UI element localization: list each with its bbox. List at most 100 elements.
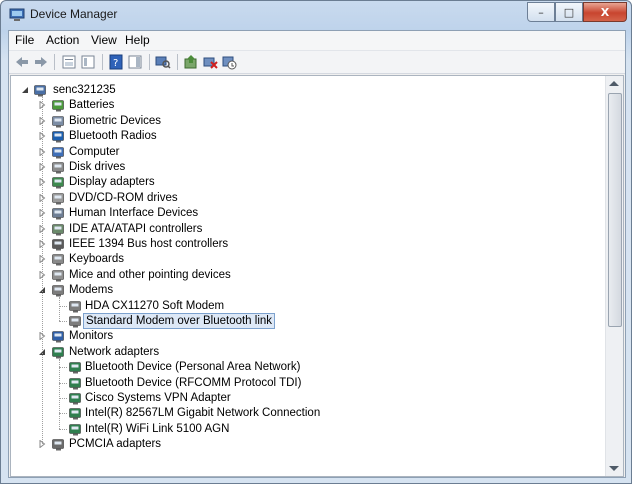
tree-item-batteries[interactable]: Batteries xyxy=(11,98,601,113)
tree-item-bluetooth-radios[interactable]: Bluetooth Radios xyxy=(11,129,601,144)
tree-item-label: Bluetooth Radios xyxy=(69,130,157,143)
modem-icon xyxy=(69,316,81,328)
tree-item-label: Batteries xyxy=(69,99,115,112)
tree-item-label: Mice and other pointing devices xyxy=(69,268,231,281)
network-adapter-icon xyxy=(69,393,81,405)
menu-file[interactable]: File xyxy=(15,33,34,47)
tree-child-item[interactable]: Bluetooth Device (RFCOMM Protocol TDI) xyxy=(11,376,601,391)
device-manager-window: Device Manager – □ X File Action View He… xyxy=(0,0,632,484)
help-icon[interactable]: ? xyxy=(108,54,124,70)
scan-hardware-icon[interactable] xyxy=(155,54,171,70)
tree-item-label: Intel(R) 82567LM Gigabit Network Connect… xyxy=(85,407,321,420)
tree-item-computer[interactable]: Computer xyxy=(11,145,601,160)
tree-item-modems[interactable]: Modems xyxy=(11,283,601,298)
tree-item-disk-drives[interactable]: Disk drives xyxy=(11,160,601,175)
tree-item-ieee-1394-bus-host-controllers[interactable]: IEEE 1394 Bus host controllers xyxy=(11,237,601,252)
menu-view[interactable]: View xyxy=(91,33,117,47)
hid-icon xyxy=(52,208,64,220)
scroll-down-arrow[interactable] xyxy=(609,466,619,471)
tree-connector xyxy=(59,305,67,307)
device-tree[interactable]: senc321235 Batteries Biometric Devices Blue… xyxy=(10,75,624,477)
tree-connector xyxy=(59,413,67,415)
monitor-icon xyxy=(52,331,64,343)
tree-connector xyxy=(59,321,67,322)
menu-help[interactable]: Help xyxy=(125,33,150,47)
tree-item-label: Monitors xyxy=(69,330,114,343)
tree-item-label: HDA CX11270 Soft Modem xyxy=(85,299,225,312)
tree-item-label: Network adapters xyxy=(69,345,160,358)
tree-child-item[interactable]: Intel(R) WiFi Link 5100 AGN xyxy=(11,422,601,437)
toolbar-separator xyxy=(54,54,55,70)
tree-item-network-adapters[interactable]: Network adapters xyxy=(11,345,601,360)
tree-item-label: Bluetooth Device (Personal Area Network) xyxy=(85,361,301,374)
display-adapter-icon xyxy=(52,177,64,189)
tree-root[interactable]: senc321235 xyxy=(11,83,601,98)
tree-item-label: DVD/CD-ROM drives xyxy=(69,191,178,204)
tree-connector xyxy=(59,398,67,399)
tree-item-dvd-cd-rom-drives[interactable]: DVD/CD-ROM drives xyxy=(11,191,601,206)
window-title: Device Manager xyxy=(30,7,118,21)
tree-child-item[interactable]: HDA CX11270 Soft Modem xyxy=(11,299,601,314)
modem-icon xyxy=(69,300,81,313)
disable-icon[interactable] xyxy=(221,54,237,70)
tree-item-monitors[interactable]: Monitors xyxy=(11,329,601,344)
network-adapter-icon xyxy=(69,362,81,374)
computer-icon xyxy=(52,146,64,159)
ieee1394-icon xyxy=(52,239,64,251)
tree-child-item[interactable]: Standard Modem over Bluetooth link xyxy=(11,313,601,329)
tree-item-keyboards[interactable]: Keyboards xyxy=(11,252,601,267)
tree-connector xyxy=(42,97,43,445)
toolbar: ? xyxy=(9,51,625,74)
tree-connector xyxy=(59,428,67,430)
tree-child-item[interactable]: Intel(R) 82567LM Gigabit Network Connect… xyxy=(11,406,601,421)
tree-item-label: Computer xyxy=(69,145,120,158)
device-manager-icon xyxy=(9,8,25,21)
network-adapter-icon xyxy=(52,346,64,359)
modem-icon xyxy=(52,285,64,297)
close-button[interactable]: X xyxy=(583,2,627,22)
show-hide-tree-icon[interactable] xyxy=(80,54,96,70)
tree-item-pcmcia-adapters[interactable]: PCMCIA adapters xyxy=(11,437,601,452)
bluetooth-icon xyxy=(52,131,64,143)
tree-item-label: Keyboards xyxy=(69,253,124,266)
collapse-arrow-icon[interactable] xyxy=(21,86,29,94)
menu-bar: File Action View Help xyxy=(9,31,625,51)
tree-item-biometric-devices[interactable]: Biometric Devices xyxy=(11,114,601,129)
pcmcia-icon xyxy=(52,439,64,451)
back-icon[interactable] xyxy=(14,54,30,70)
title-bar[interactable]: Device Manager – □ X xyxy=(1,1,631,29)
tree-item-label: Disk drives xyxy=(69,161,126,173)
properties-pane-icon[interactable] xyxy=(61,54,77,70)
uninstall-icon[interactable] xyxy=(202,54,218,70)
forward-icon[interactable] xyxy=(33,54,49,70)
tree-item-label: IEEE 1394 Bus host controllers xyxy=(69,238,229,250)
action-pane-icon[interactable] xyxy=(127,54,143,70)
tree-item-human-interface-devices[interactable]: Human Interface Devices xyxy=(11,206,601,221)
network-adapter-icon xyxy=(69,423,81,436)
tree-item-label: Intel(R) WiFi Link 5100 AGN xyxy=(85,422,230,435)
menu-action[interactable]: Action xyxy=(46,33,79,47)
battery-icon xyxy=(52,100,64,112)
vertical-scrollbar[interactable] xyxy=(605,76,623,476)
svg-text:?: ? xyxy=(113,58,118,69)
minimize-button[interactable]: – xyxy=(527,2,555,22)
network-adapter-icon xyxy=(69,377,81,390)
update-driver-icon[interactable] xyxy=(183,54,199,70)
maximize-button[interactable]: □ xyxy=(555,2,583,22)
disk-drive-icon xyxy=(52,162,64,174)
tree-child-item[interactable]: Bluetooth Device (Personal Area Network) xyxy=(11,360,601,375)
tree-item-mice-and-other-pointing-devices[interactable]: Mice and other pointing devices xyxy=(11,268,601,283)
tree-item-ide-ata-atapi-controllers[interactable]: IDE ATA/ATAPI controllers xyxy=(11,222,601,237)
scroll-up-arrow[interactable] xyxy=(609,81,619,86)
keyboard-icon xyxy=(52,254,64,266)
tree-connector xyxy=(59,358,60,429)
client-area: File Action View Help ? senc321235 Batter… xyxy=(8,30,626,478)
dvd-drive-icon xyxy=(52,192,64,205)
root-computer-icon xyxy=(34,85,46,97)
tree-item-label: Modems xyxy=(69,284,114,297)
scrollbar-thumb[interactable] xyxy=(608,93,622,327)
tree-item-display-adapters[interactable]: Display adapters xyxy=(11,175,601,190)
tree-child-item[interactable]: Cisco Systems VPN Adapter xyxy=(11,391,601,406)
toolbar-separator xyxy=(102,54,103,70)
ide-controller-icon xyxy=(52,223,64,236)
